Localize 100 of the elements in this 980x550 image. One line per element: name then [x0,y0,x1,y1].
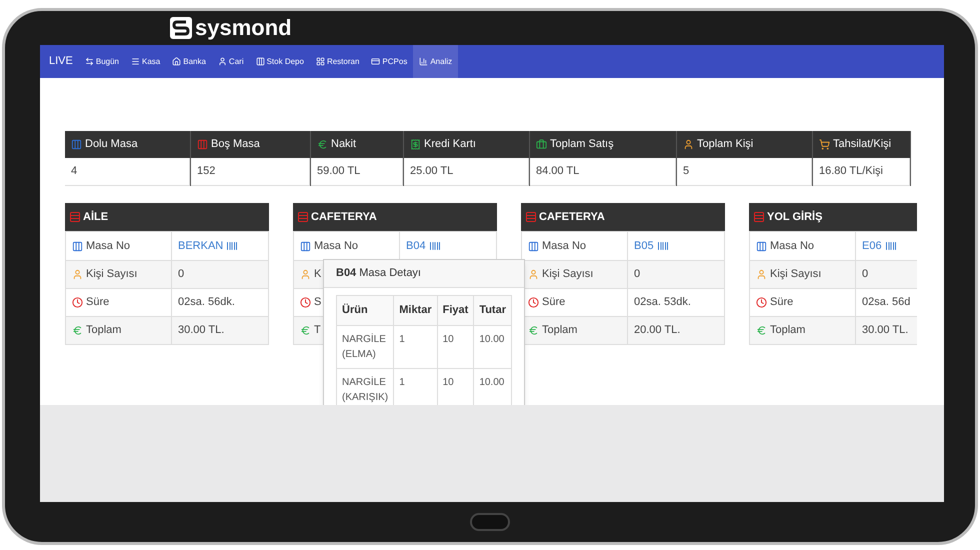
table-cell: NARGİLE (ELMA) [336,325,394,368]
column-header: Tutar [474,296,512,325]
row-value: 0 [178,267,184,282]
row-value: 30.00 TL. [178,323,224,338]
row-label: Toplam [542,323,578,338]
arrows-icon [84,57,94,66]
euro-icon [317,139,328,150]
barcode-icon[interactable] [656,240,669,252]
stat-label: Nakit [331,137,356,152]
nav-item[interactable]: Stok Depo [250,45,310,78]
barcode-icon[interactable] [884,240,897,252]
euro-icon [756,325,767,336]
table-link[interactable]: BERKAN [178,238,224,254]
row-label: K [314,267,322,282]
user-icon [756,269,767,280]
row-label: Masa No [542,238,586,254]
row-value: 02sa. 56d [862,295,910,310]
barcode-icon[interactable] [428,240,441,252]
columns-icon [528,240,539,252]
row-value: 30.00 TL. [862,323,908,338]
stat-value: 59.00 TL [311,158,403,186]
user-icon [72,269,83,280]
card-icon [371,57,380,66]
stat-label: Toplam Satış [550,137,614,152]
card-title: YOL GİRİŞ [767,210,822,225]
card-title: AİLE [83,210,108,225]
row-value: 02sa. 56dk. [178,295,235,310]
stat-value: 152 [191,158,310,186]
row-label: S [314,295,322,310]
row-label: Süre [86,295,110,310]
row-label: Kişi Sayısı [770,267,822,282]
receipt-icon [410,139,421,150]
table-cell: NARGİLE (KARIŞIK) [336,368,394,405]
stat-value: 25.00 TL [404,158,529,186]
columns-icon [71,139,82,150]
row-label: Masa No [314,238,358,254]
row-value: 0 [634,267,640,282]
row-label: Kişi Sayısı [86,267,138,282]
columns-icon [72,240,83,252]
euro-icon [300,325,311,336]
stat-label: Boş Masa [211,137,260,152]
table-link[interactable]: B05 [634,238,654,254]
clock-icon [72,297,83,308]
stat-label: Tahsilat/Kişi [833,137,892,152]
table-link[interactable]: B04 [406,238,426,254]
user-icon [300,269,311,280]
row-label: Süre [770,295,794,310]
stat-value: 84.00 TL [530,158,676,186]
table-cell: 10 [437,325,474,368]
briefcase-icon [536,139,547,150]
nav-item[interactable]: PCPos [365,45,414,78]
stat-value: 5 [677,158,812,186]
barcode-icon[interactable] [226,240,238,252]
nav-item[interactable]: Banka [166,45,212,78]
nav-item[interactable]: LIVE [43,45,79,78]
nav-item[interactable]: Kasa [125,45,166,78]
card-title: CAFETERYA [539,210,605,225]
columns-icon [300,240,311,252]
columns-icon [197,139,208,150]
nav-item[interactable]: Cari [212,45,250,78]
home-icon [172,57,182,66]
grid-icon [525,211,537,223]
table-cell: 10.00 [474,325,512,368]
bar-chart-icon [419,57,428,66]
grid-icon [753,211,765,223]
row-label: Toplam [86,323,122,338]
brand-name: sysmond [195,17,292,39]
stat-value: 4 [65,158,190,186]
row-label: T [314,323,321,338]
stat-value: 16.80 TL/Kişi [813,158,910,186]
clock-icon [528,297,539,308]
card-title: CAFETERYA [311,210,377,225]
table-link[interactable]: E06 [862,238,882,254]
table-cell: 1 [394,325,438,368]
euro-icon [72,325,83,336]
columns-icon [756,240,767,252]
nav-item[interactable]: Restoran [310,45,366,78]
row-value: 02sa. 53dk. [634,295,691,310]
stat-label: Toplam Kişi [697,137,754,152]
column-header: Fiyat [437,296,474,325]
stat-label: Dolu Masa [85,137,138,152]
user-icon [528,269,539,280]
euro-icon [528,325,539,336]
row-label: Masa No [770,238,814,254]
list-icon [131,57,140,66]
user-icon [683,139,694,150]
user-icon [218,57,227,66]
row-label: Masa No [86,238,130,254]
logo-icon [170,17,192,39]
popover-title: B04 Masa Detayı [336,266,421,282]
grid-icon [69,211,81,223]
cart-icon [819,139,830,150]
column-header: Ürün [336,296,394,325]
nav-item[interactable]: Bugün [78,45,125,78]
columns-icon [256,57,265,66]
row-value: 0 [862,267,868,282]
row-label: Toplam [770,323,806,338]
row-label: Kişi Sayısı [542,267,594,282]
row-value: 20.00 TL. [634,323,680,338]
nav-item[interactable]: Analiz [413,45,458,78]
